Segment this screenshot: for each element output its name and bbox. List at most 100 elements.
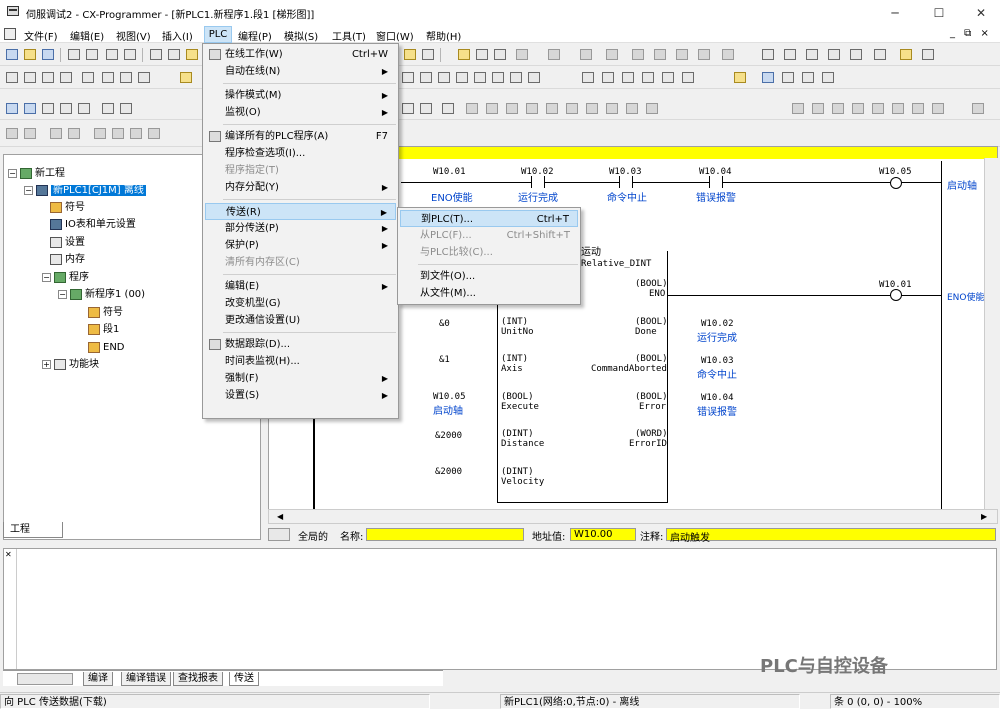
vertical-line-icon[interactable] xyxy=(490,70,506,85)
auto-online-icon[interactable] xyxy=(474,47,490,62)
setup-icon[interactable] xyxy=(782,47,798,62)
tree-settings[interactable]: 设置 xyxy=(50,234,85,251)
clock-icon[interactable] xyxy=(872,47,888,62)
distribute-icon[interactable] xyxy=(910,101,926,116)
print-setup-icon[interactable] xyxy=(84,47,100,62)
plc-menu-item[interactable]: 编译所有的PLC程序(A) F7 xyxy=(205,128,396,145)
plc-menu-item[interactable]: 自动在线(N) ▶ xyxy=(205,63,396,80)
properties-icon[interactable] xyxy=(680,70,696,85)
transfer-menu-item[interactable]: 从PLC(F)... Ctrl+Shift+T xyxy=(400,227,578,244)
outdent-icon[interactable] xyxy=(22,126,38,141)
address-field[interactable]: W10.00 xyxy=(570,528,636,541)
tab-nav-icon[interactable] xyxy=(17,673,73,685)
sim-step-in-icon[interactable] xyxy=(564,101,580,116)
plc-menu-item[interactable]: 时间表监视(H)... xyxy=(205,353,396,370)
plc-menu-item[interactable]: 程序检查选项(I)... xyxy=(205,145,396,162)
trace-icon[interactable] xyxy=(898,47,914,62)
copy-icon[interactable] xyxy=(166,47,182,62)
doc-icon[interactable] xyxy=(4,28,16,40)
properties-window-icon[interactable] xyxy=(76,101,92,116)
menu-plc[interactable]: PLC xyxy=(204,26,232,43)
comment-icon[interactable] xyxy=(100,70,116,85)
tree-program1[interactable]: − 新程序1 (00) xyxy=(58,286,145,303)
or-nc-contact-icon[interactable] xyxy=(472,70,488,85)
sim-pause-icon[interactable] xyxy=(544,101,560,116)
project-window-icon[interactable] xyxy=(4,101,20,116)
cycle-time-icon[interactable] xyxy=(848,47,864,62)
menu-edit[interactable]: 编辑(E) xyxy=(68,28,106,43)
tab-find-report[interactable]: 查找报表 xyxy=(173,672,223,686)
print-icon[interactable] xyxy=(104,47,120,62)
nc-contact-icon[interactable] xyxy=(531,176,545,188)
compare-icon[interactable] xyxy=(674,47,690,62)
align-center-icon[interactable] xyxy=(810,101,826,116)
sim-stop-icon[interactable] xyxy=(524,101,540,116)
uncomment-icon[interactable] xyxy=(66,126,82,141)
bookmark-icon[interactable] xyxy=(92,126,108,141)
tree-plc[interactable]: − 新PLC1[CJ1M] 离线 xyxy=(24,182,146,199)
sim-play-icon[interactable] xyxy=(504,101,520,116)
pause-icon[interactable] xyxy=(604,47,620,62)
watch-window-icon[interactable] xyxy=(40,101,56,116)
menu-simulate[interactable]: 模拟(S) xyxy=(282,28,320,43)
tree-io-table[interactable]: IO表和单元设置 xyxy=(50,216,136,233)
plc-menu-item[interactable]: 操作模式(M) ▶ xyxy=(205,87,396,104)
fb-call-icon[interactable] xyxy=(580,70,596,85)
transfer-menu-item[interactable]: 与PLC比较(C)... xyxy=(400,244,578,261)
zoom-out-icon[interactable] xyxy=(58,70,74,85)
error-log-icon[interactable] xyxy=(826,47,842,62)
plc-menu-item[interactable]: 强制(F) ▶ xyxy=(205,370,396,387)
clear-bookmark-icon[interactable] xyxy=(146,126,162,141)
sim-fast-icon[interactable] xyxy=(624,101,640,116)
coil-icon[interactable] xyxy=(890,177,902,189)
nav-arrows-icon[interactable] xyxy=(268,528,290,541)
plc-menu-item[interactable]: 更改通信设置(U) xyxy=(205,312,396,329)
scroll-right-icon[interactable]: ▶ xyxy=(981,512,991,522)
grid-icon[interactable] xyxy=(80,70,96,85)
menu-help[interactable]: 帮助(H) xyxy=(424,28,463,43)
menu-insert[interactable]: 插入(I) xyxy=(160,28,195,43)
sim-icon[interactable] xyxy=(732,70,748,85)
plc-menu-item[interactable]: 数据跟踪(D)... xyxy=(205,336,396,353)
preview-icon[interactable] xyxy=(66,47,82,62)
indent-icon[interactable] xyxy=(4,126,20,141)
address-icon[interactable] xyxy=(640,70,656,85)
cut-icon[interactable] xyxy=(148,47,164,62)
transfer-to-plc-icon[interactable] xyxy=(630,47,646,62)
window-tile-icon[interactable] xyxy=(760,70,776,85)
plc-menu-item[interactable]: 保护(P) ▶ xyxy=(205,237,396,254)
output-window-icon[interactable] xyxy=(22,101,38,116)
plc-menu-item[interactable]: 程序指定(T) xyxy=(205,162,396,179)
sim-step-out-icon[interactable] xyxy=(604,101,620,116)
sim-end-icon[interactable] xyxy=(644,101,660,116)
symbol-icon[interactable] xyxy=(620,70,636,85)
stepper-icon[interactable] xyxy=(440,101,456,116)
section-icon[interactable] xyxy=(100,101,116,116)
minimize-button[interactable]: ─ xyxy=(876,2,914,24)
prev-bookmark-icon[interactable] xyxy=(128,126,144,141)
plc-menu-item[interactable]: 在线工作(W) Ctrl+W xyxy=(205,46,396,63)
vertical-scrollbar[interactable] xyxy=(984,158,998,510)
horizontal-line-icon[interactable] xyxy=(508,70,524,85)
tree-memory[interactable]: 内存 xyxy=(50,251,85,268)
maximize-button[interactable]: ☐ xyxy=(920,2,958,24)
nc-contact-icon[interactable] xyxy=(709,176,723,188)
plc-menu-item[interactable]: 传送(R) ▶ xyxy=(205,203,396,220)
plc-menu-item[interactable]: 清所有内存区(C) xyxy=(205,254,396,271)
save-icon[interactable] xyxy=(40,47,56,62)
wire-icon[interactable] xyxy=(970,101,986,116)
plc-menu-item[interactable]: 改变机型(G) xyxy=(205,295,396,312)
align-middle-icon[interactable] xyxy=(870,101,886,116)
mdi-controls[interactable]: _ ⧉ × xyxy=(950,28,992,39)
next-bookmark-icon[interactable] xyxy=(110,126,126,141)
sim-run-icon[interactable] xyxy=(484,101,500,116)
align-top-icon[interactable] xyxy=(850,101,866,116)
tree-root[interactable]: − 新工程 xyxy=(8,165,65,182)
coil-icon[interactable] xyxy=(890,289,902,301)
horizontal-scrollbar[interactable]: ◀ ▶ xyxy=(268,509,998,524)
tree-function-blocks[interactable]: + 功能块 xyxy=(42,356,99,373)
close-output-icon[interactable]: ✕ xyxy=(5,550,12,559)
transfer-menu-item[interactable]: 到文件(O)... xyxy=(400,268,578,285)
plc-menu-item[interactable]: 内存分配(Y) ▶ xyxy=(205,179,396,196)
mnemonic-icon[interactable] xyxy=(136,70,152,85)
